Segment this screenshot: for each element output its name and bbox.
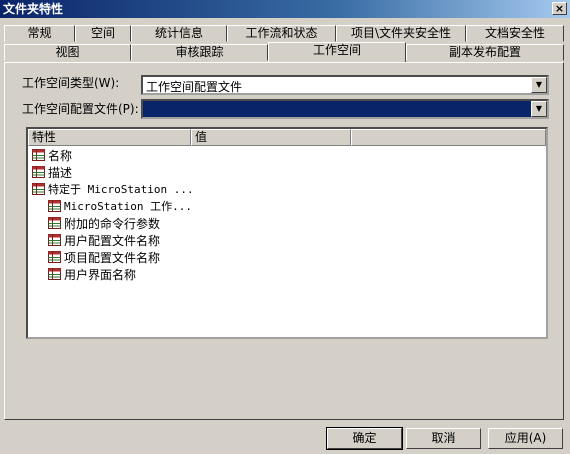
list-item-label: 用户界面名称 xyxy=(64,267,137,282)
window-title: 文件夹特性 xyxy=(3,2,64,16)
list-item-label: 描述 xyxy=(48,165,73,180)
table-grid-icon xyxy=(48,234,61,246)
list-item[interactable]: 特定于 MicroStation ... xyxy=(32,181,194,197)
workspace-type-label: 工作空间类型(W): xyxy=(22,76,120,90)
tab-views[interactable]: 视图 xyxy=(4,44,131,61)
table-grid-icon xyxy=(48,268,61,280)
tab-statistics[interactable]: 统计信息 xyxy=(131,25,227,42)
table-grid-icon xyxy=(32,166,45,178)
close-button[interactable]: × xyxy=(552,2,567,15)
list-item[interactable]: 附加的命令行参数 xyxy=(48,215,160,231)
workspace-profile-label: 工作空间配置文件(P): xyxy=(22,102,139,116)
list-item[interactable]: MicroStation 工作... xyxy=(48,198,192,214)
dropdown-arrow-icon[interactable]: ▼ xyxy=(531,77,547,93)
list-item-label: 项目配置文件名称 xyxy=(64,250,161,265)
tab-copy-publish[interactable]: 副本发布配置 xyxy=(406,44,564,61)
list-item-label: 附加的命令行参数 xyxy=(64,216,161,231)
dropdown-arrow-icon[interactable]: ▼ xyxy=(531,101,547,117)
list-item-label: MicroStation 工作... xyxy=(64,200,192,213)
title-bar: 文件夹特性 × xyxy=(0,0,570,18)
list-item-label: 用户配置文件名称 xyxy=(64,233,161,248)
tab-workspace[interactable]: 工作空间 xyxy=(268,42,406,62)
tab-folder-security[interactable]: 项目\文件夹安全性 xyxy=(336,25,466,42)
cancel-button[interactable]: 取消 xyxy=(406,428,481,449)
ok-button[interactable]: 确定 xyxy=(326,427,403,450)
list-item-label: 名称 xyxy=(48,148,73,163)
list-item-label: 特定于 MicroStation ... xyxy=(48,183,194,196)
tab-space[interactable]: 空间 xyxy=(75,25,131,42)
tab-document-security[interactable]: 文档安全性 xyxy=(466,25,564,42)
workspace-type-value: 工作空间配置文件 xyxy=(146,80,243,94)
close-icon: × xyxy=(554,2,565,15)
table-grid-icon xyxy=(32,149,45,161)
tab-workflow-state[interactable]: 工作流和状态 xyxy=(227,25,336,42)
table-grid-icon xyxy=(48,217,61,229)
column-header-value[interactable]: 值 xyxy=(191,129,351,146)
list-item[interactable]: 用户配置文件名称 xyxy=(48,232,160,248)
tab-audit-trail[interactable]: 审核跟踪 xyxy=(131,44,268,61)
apply-button[interactable]: 应用(A) xyxy=(488,428,563,449)
column-header-filler xyxy=(351,129,546,146)
column-header-property[interactable]: 特性 xyxy=(28,129,191,146)
list-item[interactable]: 项目配置文件名称 xyxy=(48,249,160,265)
table-grid-icon xyxy=(48,200,61,212)
tab-general[interactable]: 常规 xyxy=(4,25,75,42)
list-item[interactable]: 用户界面名称 xyxy=(48,266,136,282)
folder-properties-dialog: 文件夹特性 × 常规 空间 统计信息 工作流和状态 项目\文件夹安全性 文档安全… xyxy=(0,0,570,454)
list-item[interactable]: 名称 xyxy=(32,147,72,163)
list-item[interactable]: 描述 xyxy=(32,164,72,180)
workspace-profile-select[interactable]: ▼ xyxy=(141,99,549,119)
workspace-type-select[interactable]: 工作空间配置文件 ▼ xyxy=(141,75,549,95)
properties-list[interactable]: 特性 值 名称描述特定于 MicroStation ... MicroStatio… xyxy=(26,127,548,339)
table-grid-icon xyxy=(32,183,45,195)
table-grid-icon xyxy=(48,251,61,263)
